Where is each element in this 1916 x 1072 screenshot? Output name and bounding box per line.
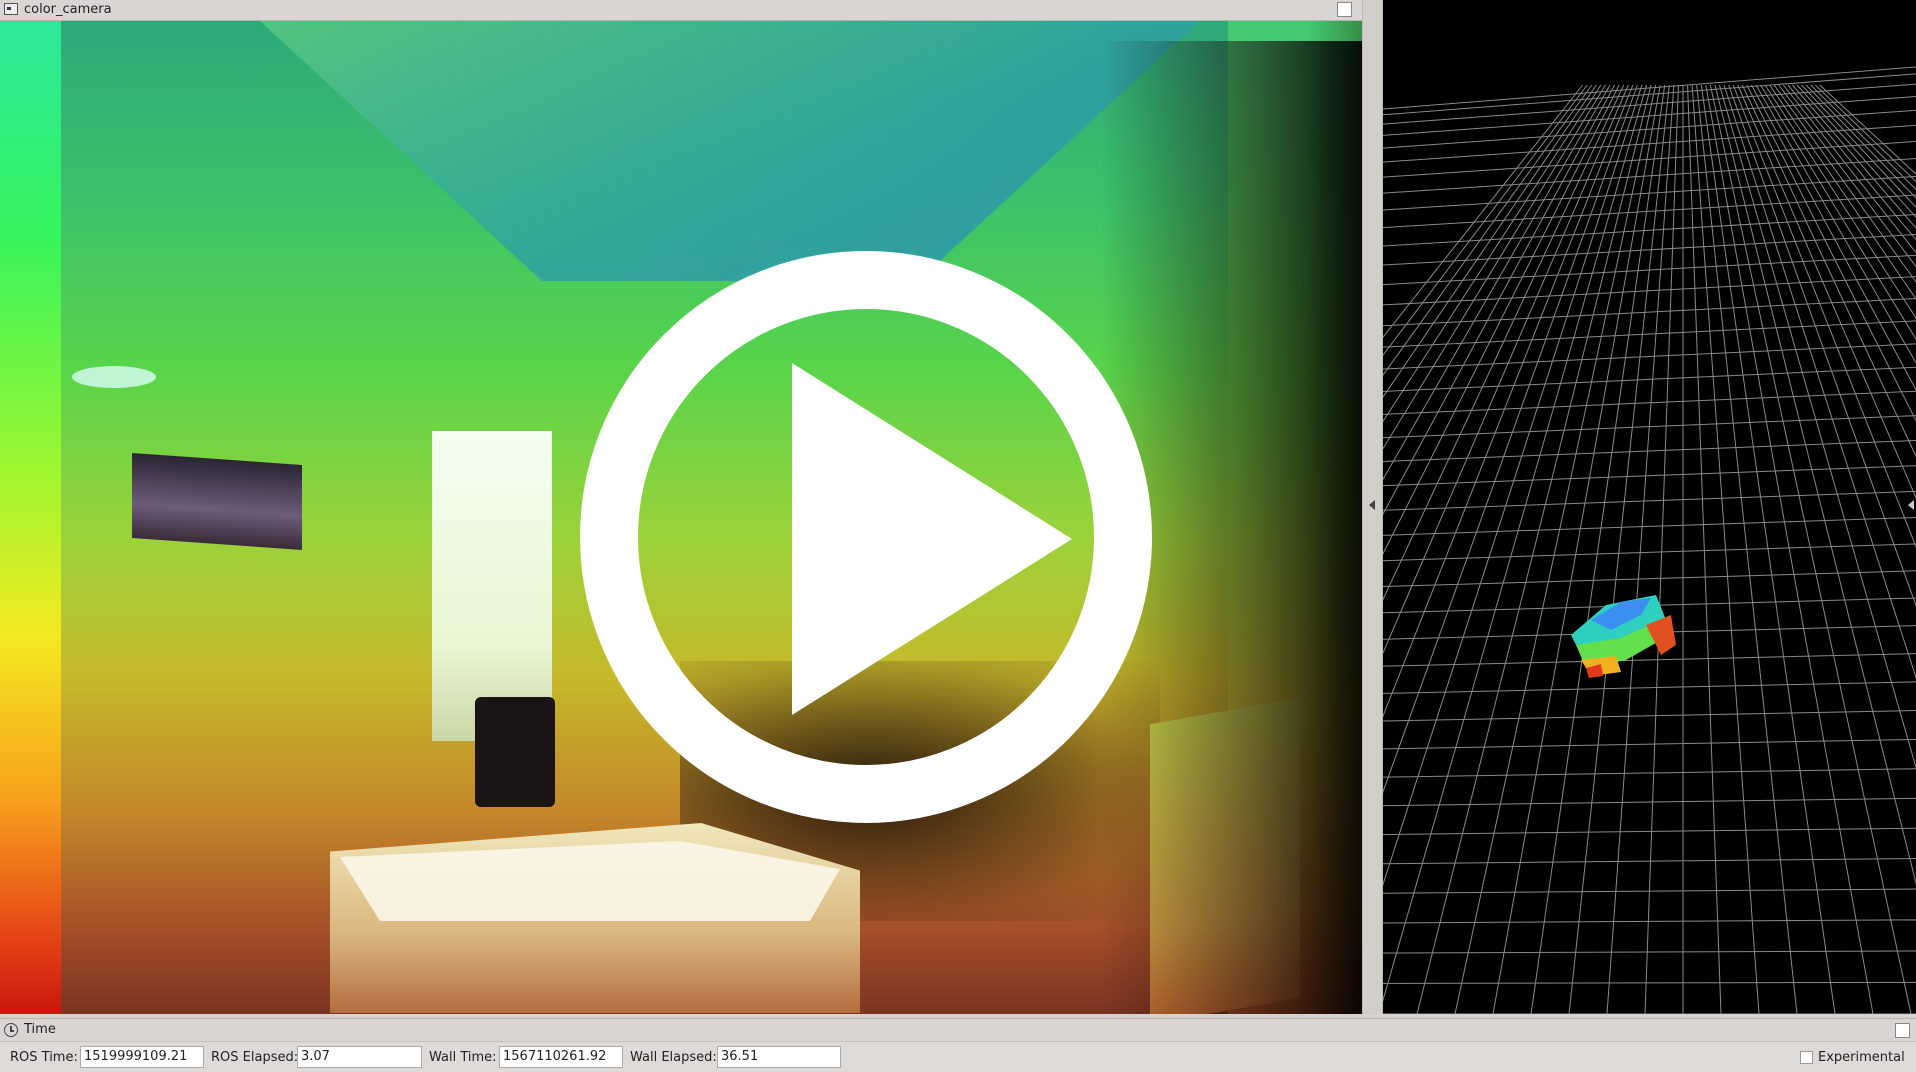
- grid-line: [1383, 490, 1916, 511]
- ros-elapsed-label: ROS Elapsed:: [211, 1050, 299, 1065]
- grid-line: [1819, 84, 1916, 175]
- grid-line: [1530, 84, 1666, 1014]
- grid-line: [1383, 570, 1916, 588]
- grid-line: [1383, 320, 1916, 348]
- experimental-checkbox[interactable]: [1800, 1051, 1813, 1064]
- grid-line: [1760, 84, 1916, 341]
- grid-line: [1568, 84, 1670, 1014]
- grid-line: [1383, 768, 1916, 778]
- depth-color-bar: [0, 21, 61, 1014]
- undock-button[interactable]: [1337, 2, 1352, 17]
- grid-line: [1383, 84, 1597, 398]
- grid-line: [1750, 84, 1916, 391]
- grid-line: [1805, 84, 1916, 199]
- wall-time-field[interactable]: 1567110261.92: [499, 1046, 623, 1068]
- wall-elapsed-field[interactable]: 36.51: [717, 1046, 841, 1068]
- grid-line: [1383, 84, 1611, 481]
- grid-line: [1383, 543, 1916, 562]
- ceiling-light: [72, 366, 156, 388]
- grid-line: [1383, 797, 1916, 807]
- grid-line: [1383, 84, 1593, 376]
- office-window: [132, 453, 302, 550]
- office-chair: [475, 697, 555, 807]
- grid-line: [1416, 84, 1652, 1014]
- grid-line: [1383, 516, 1916, 536]
- grid-line: [1383, 84, 1616, 515]
- grid-line: [1383, 981, 1916, 984]
- clock-icon: [4, 1023, 18, 1037]
- camera-panel-titlebar[interactable]: color_camera: [0, 0, 1362, 21]
- wall-time-label: Wall Time:: [429, 1050, 497, 1065]
- doorway: [432, 431, 552, 741]
- grid-line: [1801, 84, 1916, 209]
- wall-elapsed-label: Wall Elapsed:: [630, 1050, 717, 1065]
- grid-line: [1687, 84, 1722, 1014]
- ros-time-field[interactable]: 1519999109.21: [80, 1046, 204, 1068]
- grid-line: [1755, 84, 1916, 364]
- grid-line: [1700, 84, 1836, 1014]
- play-icon[interactable]: [580, 251, 1152, 823]
- grid-line: [1773, 84, 1916, 283]
- play-triangle: [792, 363, 1072, 715]
- 3d-render-view[interactable]: [1383, 0, 1916, 1014]
- panel-splitter[interactable]: [1362, 0, 1383, 1014]
- grid-line: [1383, 84, 1634, 718]
- grid-line: [1383, 681, 1916, 694]
- grid-line: [1383, 710, 1916, 722]
- grid-line: [1492, 84, 1661, 1014]
- grid-line: [1383, 194, 1916, 229]
- grid-line: [1383, 858, 1916, 865]
- grid-line: [1606, 84, 1675, 1014]
- experimental-label: Experimental: [1818, 1050, 1905, 1065]
- point-cloud-object: [1571, 595, 1676, 678]
- grid-line: [1383, 84, 1584, 338]
- grid-line: [1746, 84, 1916, 422]
- grid-line: [1383, 950, 1916, 954]
- time-panel-header[interactable]: Time: [0, 1018, 1916, 1042]
- grid-line: [1383, 84, 1629, 655]
- grid-line: [1383, 366, 1916, 392]
- image-panel-icon: [4, 3, 18, 15]
- camera-image-view[interactable]: [0, 21, 1362, 1014]
- time-panel-title: Time: [24, 1022, 56, 1037]
- grid-line: [1814, 84, 1916, 183]
- camera-panel: color_camera: [0, 0, 1362, 1014]
- camera-panel-title: color_camera: [24, 2, 112, 17]
- grid-line: [1383, 439, 1916, 462]
- grid-line: [1732, 84, 1916, 549]
- grid-line: [1383, 84, 1648, 1002]
- grid-line: [1383, 738, 1916, 750]
- grid-line: [1383, 919, 1916, 924]
- time-bar: ROS Time: 1519999109.21 ROS Elapsed: 3.0…: [0, 1042, 1916, 1072]
- time-panel-undock-button[interactable]: [1895, 1023, 1910, 1038]
- ground-grid: [1383, 66, 1916, 1014]
- collapse-arrow-icon[interactable]: [1369, 500, 1375, 510]
- grid-line: [1644, 84, 1679, 1014]
- side-panel-arrow-icon[interactable]: [1908, 500, 1914, 510]
- ros-time-label: ROS Time:: [10, 1050, 78, 1065]
- ceiling-region: [260, 21, 1200, 281]
- grid-line: [1383, 84, 1606, 450]
- grid-line: [1454, 84, 1657, 1014]
- ros-elapsed-field[interactable]: 3.07: [297, 1046, 422, 1068]
- grid-line: [1383, 73, 1916, 116]
